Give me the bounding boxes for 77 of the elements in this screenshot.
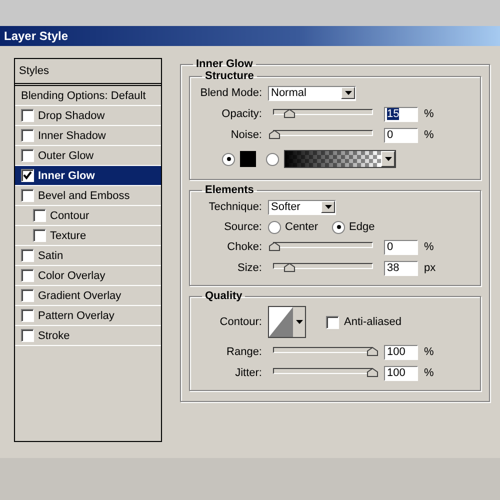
group-title: Inner Glow bbox=[195, 58, 254, 70]
slider-label: Noise: bbox=[230, 129, 262, 141]
caret-icon bbox=[324, 205, 332, 209]
checkbox[interactable] bbox=[21, 329, 34, 342]
radio-button[interactable] bbox=[332, 220, 346, 234]
contour-curve-icon bbox=[269, 307, 293, 337]
checkbox[interactable] bbox=[21, 109, 34, 122]
checkbox[interactable] bbox=[21, 169, 34, 182]
style-list-item[interactable]: Stroke bbox=[15, 326, 161, 346]
style-list-item[interactable]: Color Overlay bbox=[15, 266, 161, 286]
technique-select[interactable]: Softer bbox=[268, 200, 336, 214]
field-label: Source: bbox=[223, 221, 262, 233]
group-title: Quality bbox=[204, 290, 244, 302]
value-field[interactable]: 100 bbox=[384, 344, 418, 360]
checkbox-label[interactable]: Anti-aliased bbox=[344, 316, 402, 328]
field-label: Technique: bbox=[208, 201, 262, 213]
slider-label: Size: bbox=[236, 262, 262, 274]
checkbox[interactable] bbox=[326, 316, 339, 328]
value-field[interactable]: 100 bbox=[384, 366, 418, 380]
window-title: Layer Style bbox=[4, 29, 68, 43]
radio-label[interactable]: Edge bbox=[349, 221, 375, 233]
unit-label: % bbox=[424, 346, 434, 358]
slider-thumb[interactable] bbox=[269, 130, 280, 139]
style-list-item[interactable]: Drop Shadow bbox=[15, 106, 161, 126]
value-field[interactable]: 38 bbox=[384, 260, 418, 276]
checkbox[interactable] bbox=[21, 309, 34, 322]
style-list-item[interactable]: Bevel and Emboss bbox=[15, 186, 161, 206]
field-label: Contour: bbox=[218, 316, 262, 328]
value-field[interactable]: 0 bbox=[384, 128, 418, 142]
radio-button[interactable] bbox=[268, 220, 281, 234]
unit-label: % bbox=[424, 241, 434, 253]
value-field[interactable]: 0 bbox=[384, 240, 418, 254]
style-list-item[interactable]: Satin bbox=[15, 246, 161, 266]
caret-icon bbox=[296, 320, 302, 324]
slider-label: Choke: bbox=[226, 241, 262, 253]
unit-label: % bbox=[424, 129, 434, 141]
group-title: Elements bbox=[204, 184, 255, 196]
checkbox[interactable] bbox=[21, 189, 34, 202]
checkbox[interactable] bbox=[21, 129, 34, 142]
checkbox[interactable] bbox=[21, 269, 34, 282]
checkbox[interactable] bbox=[21, 289, 34, 302]
unit-label: % bbox=[424, 367, 434, 379]
slider-thumb[interactable] bbox=[284, 109, 295, 118]
style-list-item[interactable]: Texture bbox=[15, 226, 161, 246]
checkbox[interactable] bbox=[33, 229, 46, 242]
caret-icon bbox=[344, 91, 352, 95]
style-list-item[interactable]: Contour bbox=[15, 206, 161, 226]
checkbox[interactable] bbox=[21, 149, 34, 162]
checkmark-icon bbox=[23, 171, 32, 180]
style-list-item[interactable]: Inner Glow bbox=[15, 166, 161, 186]
slider-label: Opacity: bbox=[220, 108, 262, 120]
slider-thumb[interactable] bbox=[269, 242, 280, 251]
contour-picker[interactable] bbox=[268, 306, 306, 338]
value-field[interactable]: 15 bbox=[384, 106, 418, 122]
group-title: Structure bbox=[204, 70, 255, 82]
slider-thumb[interactable] bbox=[284, 263, 295, 272]
radio-button[interactable] bbox=[222, 152, 235, 166]
slider-label: Jitter: bbox=[234, 367, 262, 379]
slider-thumb[interactable] bbox=[367, 368, 378, 377]
field-label: Blend Mode: bbox=[199, 87, 262, 99]
radio-button[interactable] bbox=[266, 152, 279, 166]
checkbox[interactable] bbox=[33, 209, 46, 222]
radio-label[interactable]: Center bbox=[285, 221, 318, 233]
color-swatch[interactable] bbox=[240, 151, 256, 167]
style-list-item[interactable]: Inner Shadow bbox=[15, 126, 161, 146]
checkbox[interactable] bbox=[21, 249, 34, 262]
blend-mode-select[interactable]: Normal bbox=[268, 86, 356, 100]
slider-label: Range: bbox=[226, 346, 262, 358]
styles-header[interactable]: Styles bbox=[15, 59, 161, 86]
blending-options-item[interactable]: Blending Options: Default bbox=[15, 86, 161, 106]
style-list-item[interactable]: Pattern Overlay bbox=[15, 306, 161, 326]
slider-thumb[interactable] bbox=[367, 347, 378, 356]
caret-icon bbox=[384, 157, 392, 161]
unit-label: % bbox=[424, 108, 434, 120]
gradient-picker[interactable] bbox=[284, 150, 396, 168]
unit-label: px bbox=[424, 262, 436, 274]
style-list-item[interactable]: Gradient Overlay bbox=[15, 286, 161, 306]
